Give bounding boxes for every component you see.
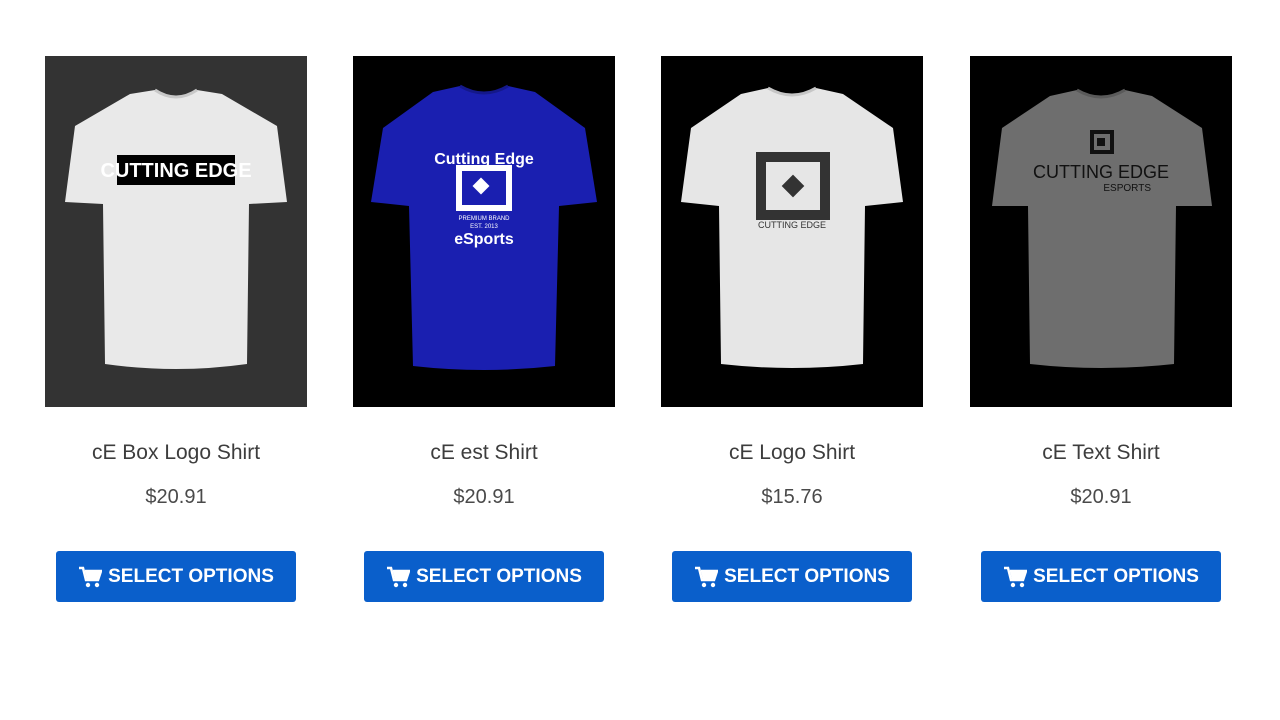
product-price: $15.76 [761, 486, 823, 508]
product-title[interactable]: cE Text Shirt [970, 441, 1232, 465]
product-image-link[interactable]: CUTTING EDGE [661, 56, 923, 407]
shirt-print-subtext: PREMIUM BRAND [458, 216, 510, 222]
select-options-button[interactable]: SELECT OPTIONS [56, 551, 296, 602]
select-options-label: SELECT OPTIONS [416, 565, 582, 587]
select-options-button[interactable]: SELECT OPTIONS [364, 551, 604, 602]
tshirt-image: CUTTING EDGE ESPORTS [970, 56, 1232, 407]
cart-icon [79, 566, 103, 587]
cart-icon [695, 566, 719, 587]
product-card: CUTTING EDGE cE Box Logo Shirt $20.91 SE… [45, 56, 307, 602]
cart-icon [387, 566, 411, 587]
product-card: CUTTING EDGE cE Logo Shirt $15.76 SELECT… [661, 56, 923, 602]
product-image-link[interactable]: Cutting Edge PREMIUM BRAND EST. 2013 eSp… [353, 56, 615, 407]
tshirt-image: CUTTING EDGE [45, 56, 307, 407]
tshirt-image: Cutting Edge PREMIUM BRAND EST. 2013 eSp… [353, 56, 615, 407]
product-title[interactable]: cE Box Logo Shirt [45, 441, 307, 465]
product-price: $20.91 [453, 486, 515, 508]
shirt-print-subtext: EST. 2013 [470, 224, 498, 230]
shirt-print-text: CUTTING EDGE [100, 160, 251, 182]
select-options-button[interactable]: SELECT OPTIONS [981, 551, 1221, 602]
cart-icon [1004, 566, 1028, 587]
select-options-button[interactable]: SELECT OPTIONS [672, 551, 912, 602]
product-title[interactable]: cE Logo Shirt [661, 441, 923, 465]
select-options-label: SELECT OPTIONS [108, 565, 274, 587]
product-image-link[interactable]: CUTTING EDGE ESPORTS [970, 56, 1232, 407]
product-card: Cutting Edge PREMIUM BRAND EST. 2013 eSp… [353, 56, 615, 602]
product-price: $20.91 [145, 486, 207, 508]
tshirt-image: CUTTING EDGE [661, 56, 923, 407]
select-options-label: SELECT OPTIONS [1033, 565, 1199, 587]
shirt-print-text: CUTTING EDGE [1033, 162, 1169, 182]
product-card: CUTTING EDGE ESPORTS cE Text Shirt $20.9… [970, 56, 1232, 602]
shirt-print-text: CUTTING EDGE [758, 220, 826, 230]
select-options-label: SELECT OPTIONS [724, 565, 890, 587]
shirt-print-text: eSports [454, 231, 514, 248]
product-price: $20.91 [1070, 486, 1132, 508]
shirt-print-subtext: ESPORTS [1103, 183, 1151, 194]
product-title[interactable]: cE est Shirt [353, 441, 615, 465]
product-image-link[interactable]: CUTTING EDGE [45, 56, 307, 407]
